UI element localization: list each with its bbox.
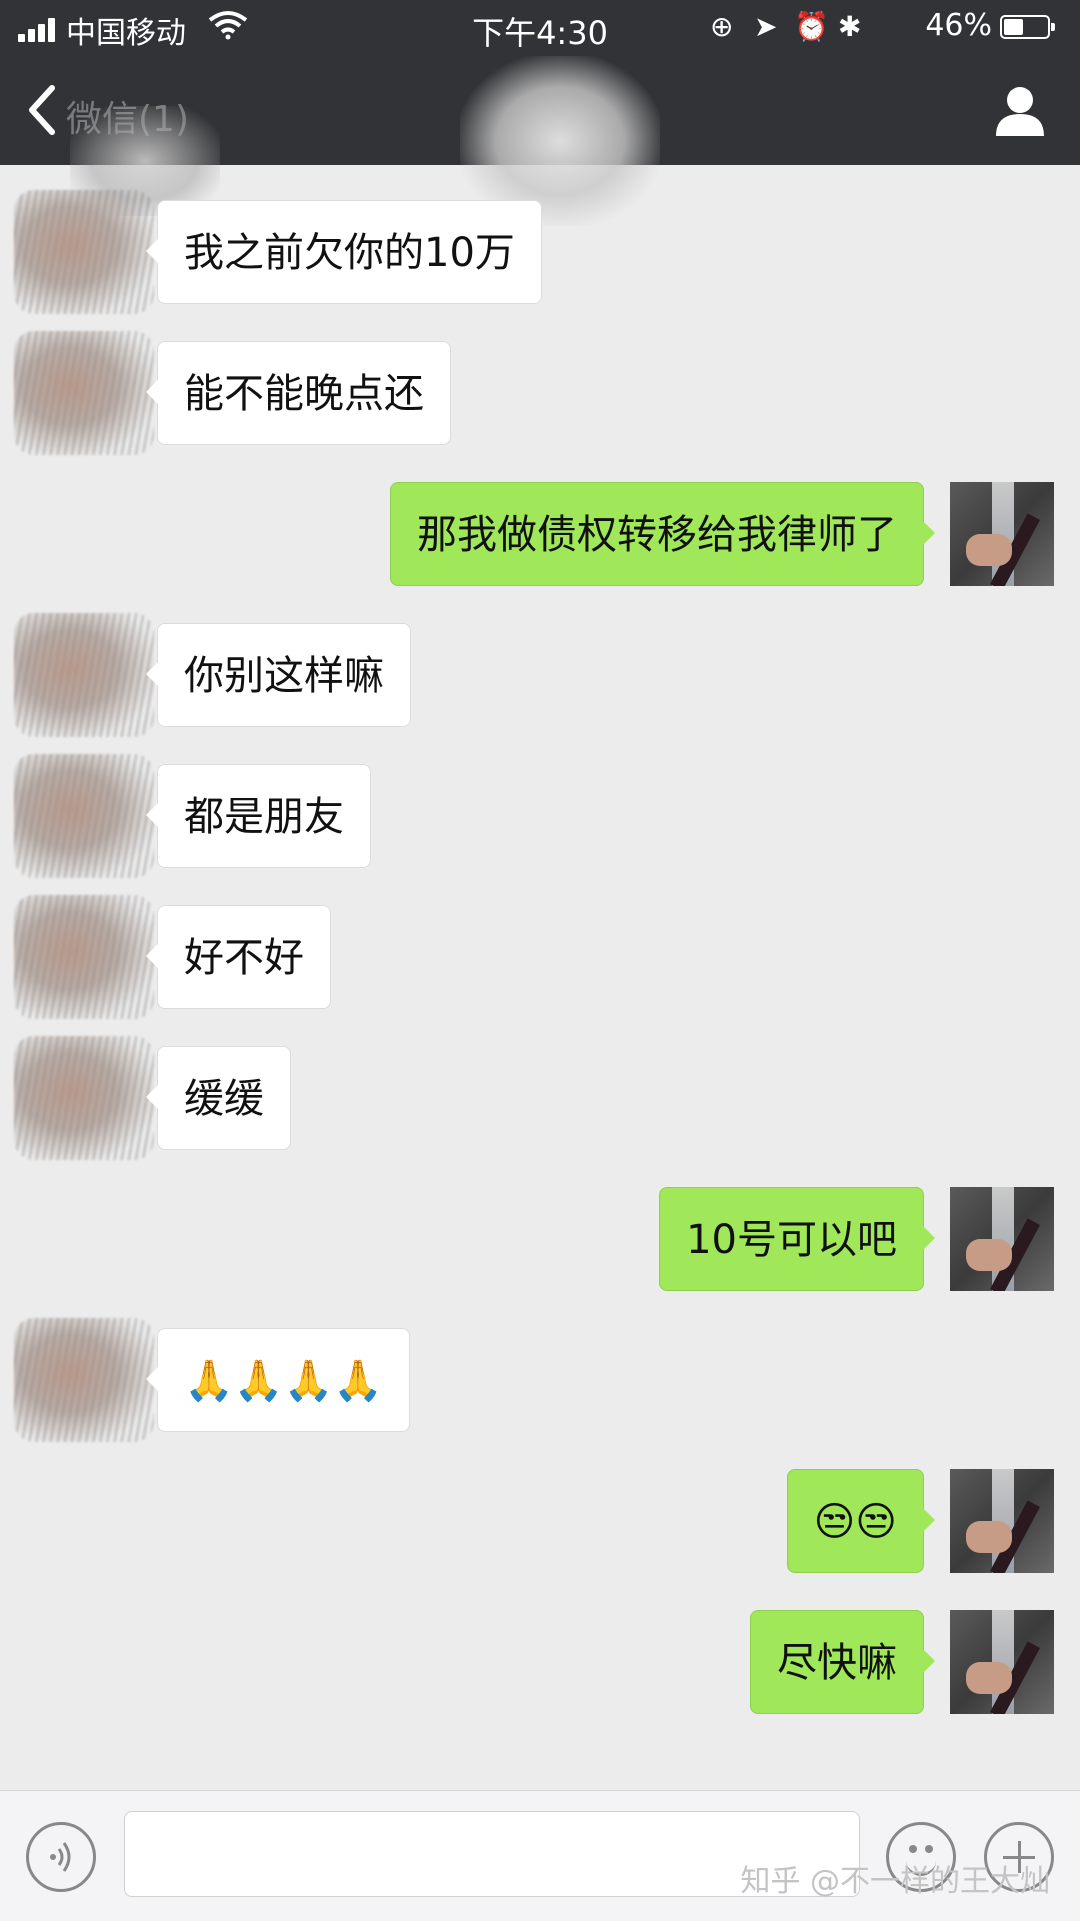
outgoing-message-row: 那我做债权转移给我律师了 <box>0 482 1080 586</box>
my-avatar[interactable] <box>950 1187 1054 1291</box>
redacted-contact-avatar[interactable] <box>14 331 154 455</box>
message-bubble[interactable]: 都是朋友 <box>146 764 371 868</box>
message-bubble[interactable]: 尽快嘛 <box>750 1610 935 1714</box>
my-avatar[interactable] <box>950 1610 1054 1714</box>
my-avatar[interactable] <box>950 482 1054 586</box>
chat-list[interactable]: 我之前欠你的10万 能不能晚点还那我做债权转移给我律师了你别这样嘛都是朋友好不好缓… <box>0 165 1080 1790</box>
voice-button[interactable] <box>26 1822 96 1892</box>
incoming-message-row: 能不能晚点还 <box>0 331 1080 455</box>
watermark: 知乎 @不一样的王大灿 <box>740 1864 1050 1899</box>
voice-icon <box>50 1842 71 1872</box>
redacted-contact-avatar[interactable] <box>14 1318 154 1442</box>
message-bubble[interactable]: 好不好 <box>146 905 331 1009</box>
message-bubble[interactable]: 我之前欠你的10万 <box>146 200 542 304</box>
rotation-lock-icon: ⊕ <box>710 10 734 43</box>
message-bubble[interactable]: 缓缓 <box>146 1046 291 1150</box>
incoming-message-row: 🙏🙏🙏🙏 <box>0 1318 1080 1442</box>
message-bubble[interactable]: 那我做债权转移给我律师了 <box>390 482 935 586</box>
redacted-contact-avatar[interactable] <box>14 190 154 314</box>
outgoing-message-row: 尽快嘛 <box>0 1610 1080 1714</box>
top-bar: 中国移动 下午4:30 ⊕ ➤ ⏰ ✱ 46% 微信(1) <box>0 0 1080 226</box>
incoming-message-row: 都是朋友 <box>0 754 1080 878</box>
message-bubble[interactable]: 🙏🙏🙏🙏 <box>145 1328 411 1432</box>
battery-percent: 46% <box>925 8 992 43</box>
chat-info-button[interactable] <box>990 80 1050 140</box>
nav-bar: 微信(1) <box>0 56 1080 226</box>
status-time: 下午4:30 <box>472 14 608 52</box>
location-icon: ➤ <box>754 10 778 43</box>
my-avatar[interactable] <box>950 1469 1054 1573</box>
outgoing-message-row: 😒😒 <box>0 1469 1080 1573</box>
alarm-icon: ⏰ <box>794 10 829 43</box>
chevron-left-icon <box>29 85 55 135</box>
incoming-message-row: 你别这样嘛 <box>0 613 1080 737</box>
redacted-contact-avatar[interactable] <box>14 1036 154 1160</box>
incoming-message-row: 缓缓 <box>0 1036 1080 1160</box>
redacted-contact-avatar[interactable] <box>14 895 154 1019</box>
incoming-message-row: 好不好 <box>0 895 1080 1019</box>
message-bubble[interactable]: 😒😒 <box>786 1469 936 1573</box>
message-bubble[interactable]: 10号可以吧 <box>659 1187 935 1291</box>
status-bar: 中国移动 下午4:30 ⊕ ➤ ⏰ ✱ 46% <box>0 0 1080 56</box>
redacted-contact-avatar[interactable] <box>14 613 154 737</box>
message-bubble[interactable]: 能不能晚点还 <box>146 341 451 445</box>
incoming-message-row: 我之前欠你的10万 <box>0 190 1080 314</box>
bluetooth-icon: ✱ <box>838 10 862 43</box>
message-bubble[interactable]: 你别这样嘛 <box>146 623 411 727</box>
battery-icon <box>1000 15 1055 39</box>
redacted-contact-avatar[interactable] <box>14 754 154 878</box>
outgoing-message-row: 10号可以吧 <box>0 1187 1080 1291</box>
